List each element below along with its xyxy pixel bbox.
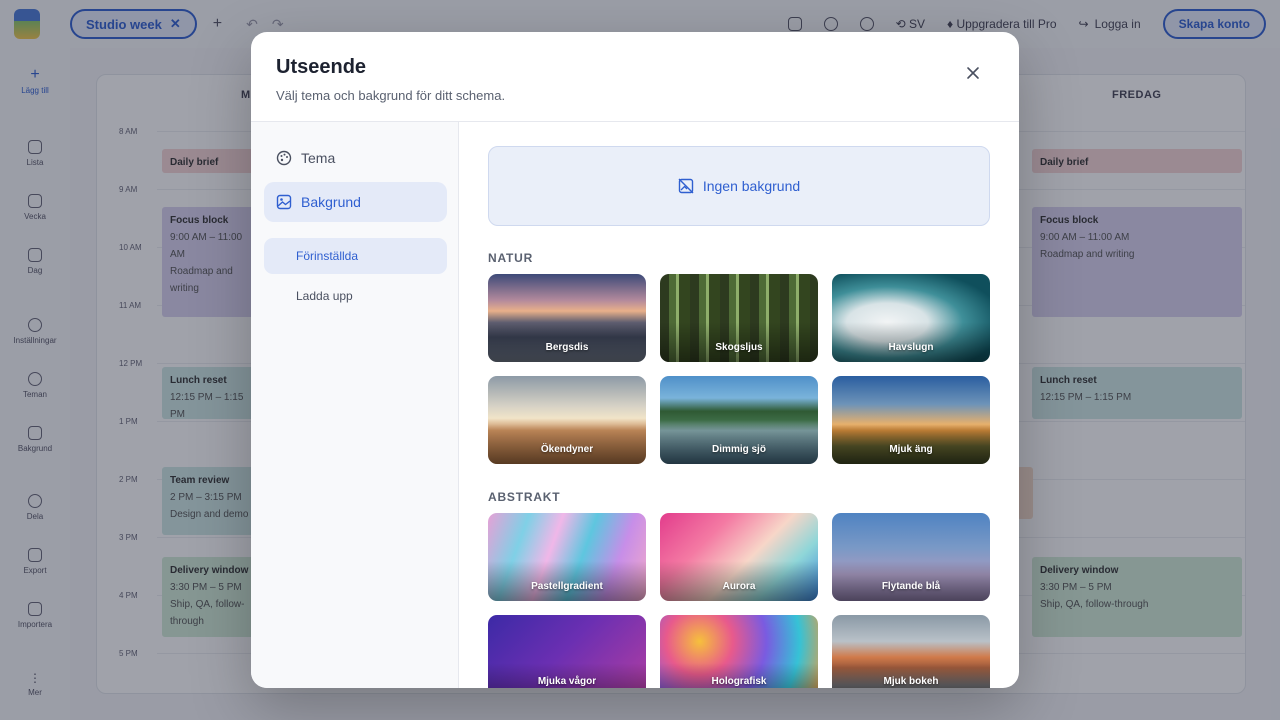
dialog-nav: Tema Bakgrund Förinställda Ladda upp: [251, 122, 459, 688]
tile-label: Mjuka vågor: [537, 676, 597, 687]
background-tile-havslugn[interactable]: Havslugn: [832, 274, 990, 362]
tile-label: Flytande blå: [881, 581, 941, 592]
background-tile-dimmig-sjo[interactable]: Dimmig sjö: [660, 376, 818, 464]
section-label-nature: NATUR: [488, 251, 534, 265]
tile-label: Ökendyner: [540, 444, 594, 455]
background-tile-mjuk-ang[interactable]: Mjuk äng: [832, 376, 990, 464]
nav-sub-upload[interactable]: Ladda upp: [264, 278, 447, 314]
dialog-title: Utseende: [276, 56, 367, 78]
background-tile-pastellgradient[interactable]: Pastellgradient: [488, 513, 646, 601]
dialog-subtitle: Välj tema och bakgrund för ditt schema.: [276, 88, 506, 103]
palette-icon: [276, 150, 292, 166]
no-background-button[interactable]: Ingen bakgrund: [488, 146, 990, 226]
background-tile-mjuk-bokeh[interactable]: Mjuk bokeh: [832, 615, 990, 688]
background-tile-mjuka-vagor[interactable]: Mjuka vågor: [488, 615, 646, 688]
nav-item-label: Tema: [301, 150, 336, 166]
dialog-content: Ingen bakgrund NATUR Bergsdis Skogsljus …: [460, 122, 1019, 688]
tile-label: Bergsdis: [545, 342, 589, 353]
nav-item-background[interactable]: Bakgrund: [264, 182, 447, 222]
no-image-icon: [678, 178, 694, 194]
tile-label: Aurora: [722, 581, 756, 592]
background-tile-skogsljus[interactable]: Skogsljus: [660, 274, 818, 362]
nav-sub-presets[interactable]: Förinställda: [264, 238, 447, 274]
no-background-label: Ingen bakgrund: [702, 178, 801, 194]
tile-label: Holografisk: [711, 676, 767, 687]
background-tile-holografisk[interactable]: Holografisk: [660, 615, 818, 688]
tile-label: Mjuk äng: [889, 444, 933, 455]
tile-label: Mjuk bokeh: [883, 676, 939, 687]
tile-label: Pastellgradient: [531, 581, 603, 592]
background-tile-bergsdis[interactable]: Bergsdis: [488, 274, 646, 362]
dialog-header: Utseende Välj tema och bakgrund för ditt…: [251, 32, 1019, 122]
background-tile-okendyner[interactable]: Ökendyner: [488, 376, 646, 464]
tile-label: Havslugn: [888, 342, 934, 353]
image-icon: [276, 194, 292, 210]
background-tile-aurora[interactable]: Aurora: [660, 513, 818, 601]
close-button[interactable]: [963, 63, 983, 83]
tile-label: Dimmig sjö: [712, 444, 766, 455]
appearance-dialog: Utseende Välj tema och bakgrund för ditt…: [251, 32, 1019, 688]
nav-item-label: Bakgrund: [301, 194, 361, 210]
background-tile-flytande-bla[interactable]: Flytande blå: [832, 513, 990, 601]
nav-item-theme[interactable]: Tema: [264, 138, 447, 178]
close-icon: [967, 67, 979, 79]
tile-label: Skogsljus: [715, 342, 763, 353]
section-label-abstract: ABSTRAKT: [488, 490, 561, 504]
